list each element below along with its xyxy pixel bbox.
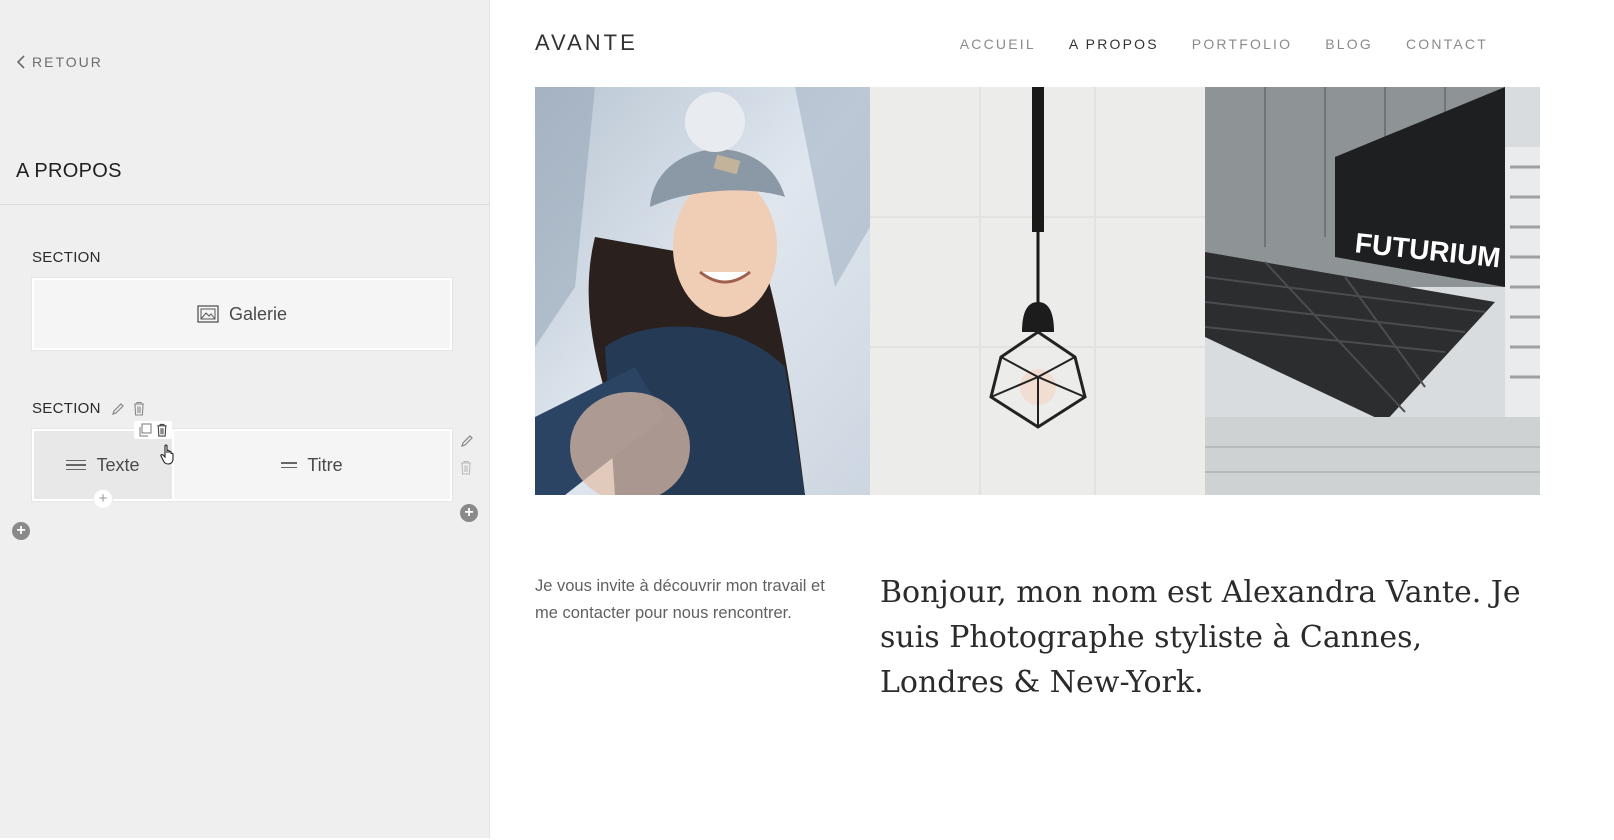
paragraph-icon xyxy=(66,459,87,471)
section-label-text: SECTION xyxy=(32,249,101,266)
pencil-icon[interactable] xyxy=(111,402,125,416)
back-label: RETOUR xyxy=(32,54,103,70)
nav-item-contact[interactable]: CONTACT xyxy=(1406,36,1488,52)
site-logo[interactable]: AVANTE xyxy=(535,30,638,56)
site-nav: ACCUEIL A PROPOS PORTFOLIO BLOG CONTACT xyxy=(960,36,1488,52)
hand-cursor-icon xyxy=(160,444,176,471)
section-label: SECTION xyxy=(32,249,101,266)
title-block-label: Titre xyxy=(307,454,343,475)
section-label-text: SECTION xyxy=(32,400,101,417)
add-section-button[interactable]: + xyxy=(12,522,30,540)
duplicate-icon[interactable] xyxy=(138,423,152,437)
gallery-block-label: Galerie xyxy=(228,303,288,324)
nav-item-a-propos[interactable]: A PROPOS xyxy=(1069,36,1159,52)
intro-text: Je vous invite à découvrir mon travail e… xyxy=(535,577,825,622)
editor-sidebar: RETOUR A PROPOS SECTION Galerie SECTION xyxy=(0,0,490,838)
nav-item-portfolio[interactable]: PORTFOLIO xyxy=(1192,36,1292,52)
text-block-label: Texte xyxy=(96,454,140,475)
title-block[interactable]: Titre xyxy=(174,431,450,499)
nav-item-blog[interactable]: BLOG xyxy=(1325,36,1373,52)
heading-icon xyxy=(281,462,298,468)
add-column-button[interactable]: + xyxy=(460,504,478,522)
app: RETOUR A PROPOS SECTION Galerie SECTION xyxy=(0,0,1614,840)
site-preview: AVANTE ACCUEIL A PROPOS PORTFOLIO BLOG C… xyxy=(490,0,1614,840)
text-block[interactable]: Texte xyxy=(34,421,174,499)
text-title-row: Texte Titre xyxy=(32,421,452,501)
photo-gallery: FUTURIUM xyxy=(535,87,1540,495)
gallery-block[interactable]: Galerie xyxy=(32,278,452,350)
nav-item-accueil[interactable]: ACCUEIL xyxy=(960,36,1036,52)
page-title: A PROPOS xyxy=(16,160,122,182)
back-button[interactable]: RETOUR xyxy=(16,54,103,70)
gallery-photo-futurium[interactable]: FUTURIUM xyxy=(1205,87,1540,495)
about-headline: Bonjour, mon nom est Alexandra Vante. Je… xyxy=(880,575,1521,700)
row-tools xyxy=(460,434,474,475)
pencil-icon[interactable] xyxy=(460,434,474,448)
section-label: SECTION xyxy=(32,400,145,417)
trash-icon[interactable] xyxy=(133,401,145,416)
chevron-left-icon xyxy=(16,55,26,69)
trash-icon[interactable] xyxy=(156,423,168,437)
add-block-button[interactable]: + xyxy=(94,490,112,508)
gallery-photo-lamp[interactable] xyxy=(870,87,1205,495)
image-icon xyxy=(197,305,219,323)
trash-icon[interactable] xyxy=(460,460,474,475)
block-tools xyxy=(134,421,172,439)
divider xyxy=(0,204,490,205)
gallery-photo-woman[interactable] xyxy=(535,87,870,495)
